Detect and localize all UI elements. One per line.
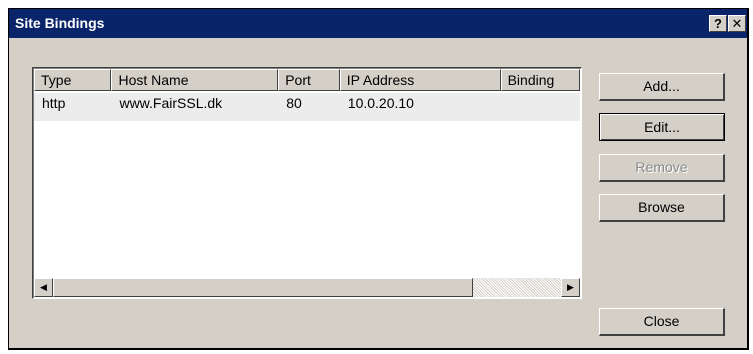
add-button[interactable]: Add... <box>599 73 725 101</box>
column-header-ip-address[interactable]: IP Address <box>339 69 501 91</box>
dialog-title: Site Bindings <box>15 15 105 31</box>
browse-button[interactable]: Browse <box>599 194 725 222</box>
remove-button[interactable]: Remove <box>599 154 725 182</box>
site-bindings-dialog: Site Bindings ? ✕ Type Host Name Port IP… <box>8 8 749 350</box>
cell-ip-address: 10.0.20.10 <box>347 95 414 111</box>
list-header: Type Host Name Port IP Address Binding <box>34 69 581 91</box>
edit-button[interactable]: Edit... <box>599 113 725 141</box>
close-window-button[interactable]: ✕ <box>728 15 746 32</box>
cell-port: 80 <box>286 95 302 111</box>
column-header-binding[interactable]: Binding <box>500 69 581 91</box>
cell-host-name: www.FairSSL.dk <box>119 95 223 111</box>
column-header-port[interactable]: Port <box>278 69 340 91</box>
scroll-left-arrow-icon[interactable]: ◀ <box>34 278 53 297</box>
scroll-right-arrow-icon[interactable]: ▶ <box>561 278 580 297</box>
bindings-list[interactable]: Type Host Name Port IP Address Binding h… <box>32 67 582 299</box>
cell-binding <box>501 93 580 121</box>
column-header-host-name[interactable]: Host Name <box>111 69 279 91</box>
cell-type: http <box>42 95 66 111</box>
close-button[interactable]: Close <box>599 308 725 336</box>
scrollbar-thumb[interactable] <box>53 278 473 297</box>
help-button[interactable]: ? <box>709 15 727 32</box>
title-bar: Site Bindings ? ✕ <box>9 9 747 38</box>
table-row[interactable]: http www.FairSSL.dk 80 10.0.20.10 <box>34 93 580 121</box>
column-header-type[interactable]: Type <box>34 69 112 91</box>
horizontal-scrollbar[interactable]: ◀ ▶ <box>34 278 580 297</box>
